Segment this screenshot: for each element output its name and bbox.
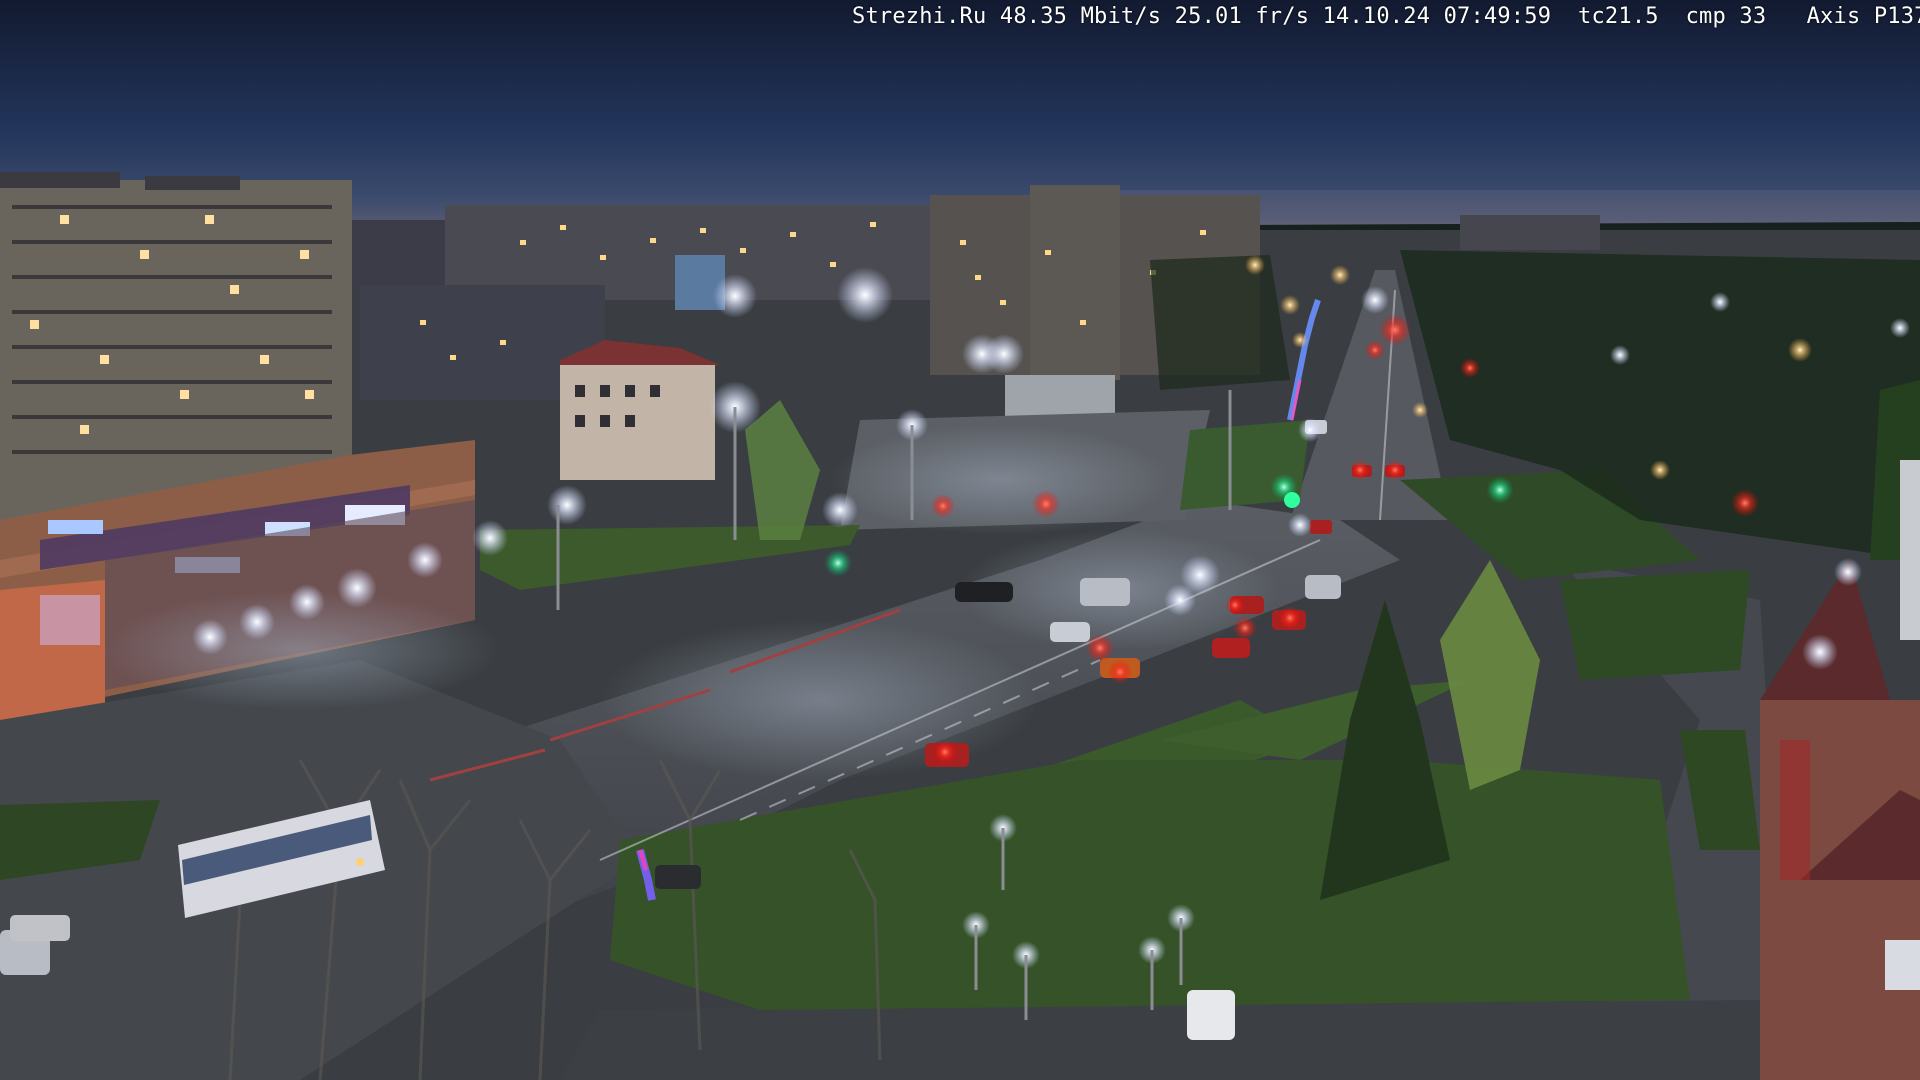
red-roof-building — [560, 340, 720, 480]
webcam-scene — [0, 0, 1920, 1080]
camera-info-overlay: Strezhi.Ru 48.35 Mbit/s 25.01 fr/s 14.10… — [852, 4, 1920, 29]
